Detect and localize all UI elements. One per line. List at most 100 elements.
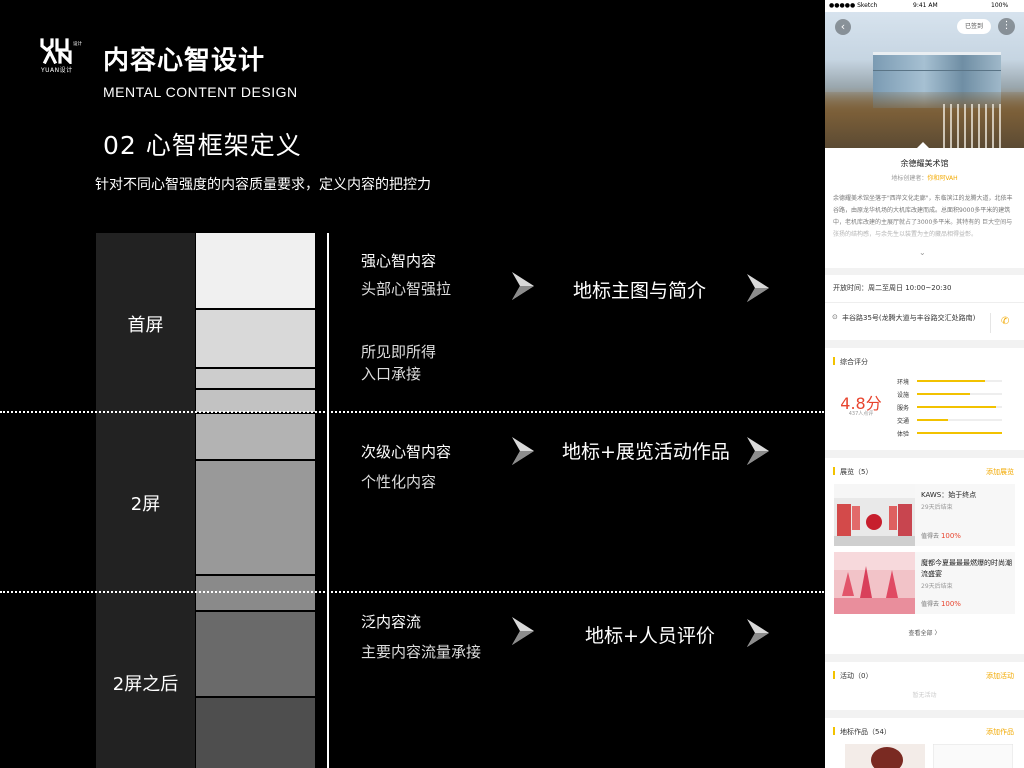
- worth-label: 值得去: [921, 533, 940, 540]
- screen-label-column: 首屏 2屏 2屏之后: [96, 233, 195, 768]
- row-title-strong: 强心智内容: [361, 252, 437, 270]
- rating-bar-fill: [917, 380, 985, 382]
- work-thumbnail[interactable]: [845, 744, 925, 768]
- yuan-logo: 设计 YUAN设计: [40, 38, 88, 74]
- screen-label-first: 首屏: [127, 315, 164, 336]
- more-dots-icon: ⋮: [1001, 20, 1012, 31]
- more-button[interactable]: ⋮: [998, 18, 1015, 35]
- rating-bar-fill: [917, 432, 1002, 434]
- works-card: 地标作品（54） 添加作品: [825, 718, 1024, 768]
- rating-card: 综合评分 4.8分 437人点评 环境 设施 服务 交通 体验: [825, 348, 1024, 450]
- address-text: 丰谷路35号(龙腾大道与丰谷路交汇处路南): [842, 314, 976, 322]
- status-time: 9:41 AM: [913, 2, 938, 9]
- rating-bar-track: [917, 419, 1002, 421]
- quality-block: [196, 461, 315, 574]
- quality-block: [196, 698, 315, 768]
- quality-block: [196, 612, 315, 696]
- rating-label: 设施: [897, 392, 910, 399]
- slide-subtitle: MENTAL CONTENT DESIGN: [103, 84, 298, 100]
- activity-card: 活动（0） 添加活动 暂无活动: [825, 662, 1024, 710]
- museum-floor-line: [873, 70, 1001, 71]
- rating-label: 服务: [897, 405, 910, 412]
- hero-poles: [943, 104, 1003, 148]
- activity-title: 活动（0）: [833, 671, 872, 681]
- row-title-secondary: 次级心智内容: [361, 443, 452, 461]
- row-subtitle-general: 主要内容流量承接: [361, 643, 482, 661]
- rating-bar-track: [917, 432, 1002, 434]
- checkin-button[interactable]: 已签到: [957, 19, 991, 34]
- quality-block: [196, 576, 315, 610]
- worth-percent: 100%: [940, 600, 961, 608]
- row-subtitle-wysiwyg: 入口承接: [361, 365, 422, 383]
- exhibit-item[interactable]: 魔都今夏最最最燃爆的时尚潮流盛宴 29天后结束 值得去 100%: [834, 552, 1015, 614]
- location-pin-icon: ⊙: [832, 313, 838, 321]
- result-landmark-main: 地标主图与简介: [573, 280, 707, 302]
- address-row[interactable]: ⊙ 丰谷路35号(龙腾大道与丰谷路交汇处路南) ✆: [825, 302, 1024, 340]
- rating-bar-fill: [917, 419, 948, 421]
- exhibits-card: 展览（5） 添加展览 KAWS：始于终点 29天后结束 值得去 100% 魔都今…: [825, 458, 1024, 654]
- add-exhibit-link[interactable]: 添加展览: [986, 467, 1014, 477]
- rating-bar-fill: [917, 393, 970, 395]
- work-thumbnail[interactable]: [933, 744, 1013, 768]
- card-notch: [917, 142, 929, 148]
- section-title: 02 心智框架定义: [103, 131, 302, 160]
- logo-text: YUAN设计: [41, 67, 73, 74]
- chevron-right-icon: [512, 272, 534, 300]
- svg-text:设计: 设计: [73, 40, 82, 47]
- chevron-right-icon: [747, 274, 769, 302]
- creator-name[interactable]: 你和阿VAH: [927, 175, 957, 182]
- section-description: 针对不同心智强度的内容质量要求，定义内容的把控力: [95, 177, 431, 193]
- divider-vertical: [327, 233, 329, 768]
- quality-block: [196, 310, 315, 367]
- exhibit-title: 魔都今夏最最最燃爆的时尚潮流盛宴: [921, 559, 1012, 578]
- exhibit-days: 29天后结束: [921, 504, 953, 511]
- works-title: 地标作品（54）: [833, 727, 891, 737]
- status-carrier: ●●●●● Sketch: [829, 2, 878, 9]
- status-battery: 100%: [991, 2, 1009, 9]
- exhibit-worth: 值得去 100%: [921, 599, 961, 608]
- venue-info-card: 余德耀美术馆 地标创建者：你和阿VAH 余德耀美术馆坐落于"西岸文化走廊"，东临…: [825, 142, 1024, 268]
- exhibit-item[interactable]: KAWS：始于终点 29天后结束 值得去 100%: [834, 484, 1015, 546]
- row-subtitle-secondary: 个性化内容: [361, 473, 437, 491]
- screen-label-after: 2屏之后: [112, 674, 179, 695]
- chevron-right-icon: [747, 437, 769, 465]
- rating-title: 综合评分: [833, 357, 868, 367]
- rating-label: 体验: [897, 431, 910, 438]
- description-fade: [825, 220, 1024, 250]
- quality-block: [196, 233, 315, 308]
- opening-hours: 开放时间：周二至周日 10:00~20:30: [825, 275, 1024, 302]
- row-subtitle-strong: 头部心智强拉: [361, 280, 452, 298]
- chevron-right-icon: [512, 437, 534, 465]
- add-activity-link[interactable]: 添加活动: [986, 671, 1014, 681]
- rating-count: 437人点评: [848, 411, 874, 417]
- chevron-right-icon: [512, 617, 534, 645]
- venue-creator: 地标创建者：你和阿VAH: [825, 173, 1024, 182]
- exhibits-title: 展览（5）: [833, 467, 872, 477]
- rating-bar-track: [917, 380, 1002, 382]
- worth-label: 值得去: [921, 601, 940, 608]
- exhibit-thumbnail: [834, 552, 915, 614]
- rating-bar-fill: [917, 406, 996, 408]
- fold-line-second: [0, 591, 824, 593]
- add-work-link[interactable]: 添加作品: [986, 727, 1014, 737]
- quality-block: [196, 369, 315, 388]
- see-all-exhibits-link[interactable]: 查看全部 〉: [825, 628, 1024, 637]
- content-quality-column: [196, 233, 315, 768]
- rating-bar-track: [917, 406, 1002, 408]
- yuan-logo-mark: 设计: [40, 38, 82, 64]
- venue-hero-image: [825, 12, 1024, 148]
- back-button[interactable]: ‹: [835, 19, 851, 35]
- quality-block: [196, 390, 315, 412]
- slide-title: 内容心智设计: [103, 46, 266, 76]
- exhibit-days: 29天后结束: [921, 583, 953, 590]
- exhibit-worth: 值得去 100%: [921, 531, 961, 540]
- no-activity-text: 暂无活动: [912, 692, 937, 699]
- rating-label: 交通: [897, 418, 910, 425]
- fold-line-first: [0, 411, 824, 413]
- back-arrow-icon: ‹: [840, 20, 846, 33]
- status-bar: ●●●●● Sketch 9:41 AM 100%: [825, 0, 1024, 12]
- exhibit-title: KAWS：始于终点: [921, 491, 977, 499]
- phone-icon[interactable]: ✆: [1001, 316, 1009, 327]
- expand-chevron-icon[interactable]: ⌄: [919, 248, 926, 257]
- rating-label: 环境: [897, 379, 910, 386]
